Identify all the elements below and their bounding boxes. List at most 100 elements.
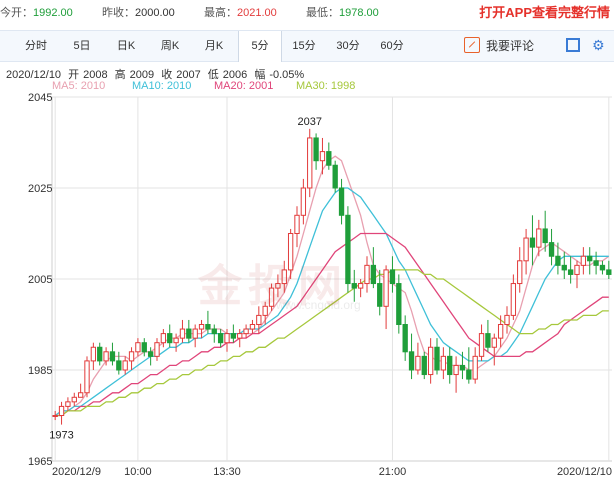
candle-body bbox=[77, 392, 84, 398]
price-annotation: 2037 bbox=[297, 116, 321, 128]
candle-body bbox=[421, 355, 427, 376]
candle-body bbox=[97, 346, 103, 362]
candle-body bbox=[402, 324, 408, 353]
candle-body bbox=[103, 351, 109, 362]
candle bbox=[351, 269, 357, 302]
candle bbox=[122, 356, 128, 375]
candle bbox=[421, 351, 427, 380]
candle bbox=[332, 160, 338, 193]
candle-body bbox=[173, 337, 179, 344]
candle-body bbox=[122, 360, 128, 371]
candle-body bbox=[186, 328, 192, 339]
candle bbox=[485, 319, 491, 352]
candle-body bbox=[52, 415, 58, 417]
candle-body bbox=[147, 351, 154, 357]
candle-body bbox=[529, 237, 536, 248]
x-tick-label: 2020/12/9 bbox=[52, 466, 101, 478]
candle bbox=[383, 265, 389, 330]
candle-body bbox=[179, 328, 186, 339]
candle-body bbox=[517, 260, 523, 285]
candle-body bbox=[256, 314, 262, 325]
y-axis: 2045 2025 2005 1985 1965 bbox=[28, 92, 52, 468]
candle-body bbox=[58, 405, 65, 416]
candle-body bbox=[332, 164, 338, 189]
candle-body bbox=[466, 369, 472, 380]
candle-body bbox=[364, 264, 370, 285]
watermark-url: www.cngold.org bbox=[276, 298, 361, 312]
candle bbox=[230, 324, 237, 343]
candle bbox=[294, 206, 300, 248]
candle-body bbox=[472, 355, 478, 380]
candle bbox=[593, 251, 599, 275]
candle bbox=[466, 347, 472, 384]
candle bbox=[427, 338, 434, 384]
candle-body bbox=[536, 228, 542, 248]
candle-body bbox=[587, 255, 593, 262]
candle-body bbox=[447, 355, 453, 376]
candle bbox=[504, 306, 510, 334]
candle bbox=[440, 347, 447, 380]
candle bbox=[574, 260, 580, 289]
candle bbox=[154, 338, 160, 361]
x-axis: 2020/12/9 10:00 13:30 21:00 2020/12/10 bbox=[52, 466, 612, 478]
candle-body bbox=[542, 228, 548, 244]
candle-body bbox=[370, 264, 377, 285]
candle bbox=[313, 133, 319, 170]
candle bbox=[389, 256, 396, 293]
y-tick-label: 2025 bbox=[28, 183, 52, 195]
candle-body bbox=[434, 346, 440, 371]
candle-body bbox=[294, 214, 300, 235]
candle bbox=[510, 274, 517, 320]
candle bbox=[478, 324, 485, 361]
candle-body bbox=[237, 333, 243, 339]
candle bbox=[408, 333, 415, 380]
candle bbox=[396, 274, 402, 334]
candle-body bbox=[307, 137, 313, 189]
candle bbox=[517, 247, 523, 293]
candle bbox=[555, 242, 561, 275]
candle bbox=[211, 324, 217, 343]
y-tick-label: 1985 bbox=[28, 365, 52, 377]
candle-body bbox=[71, 396, 77, 403]
x-tick-label: 21:00 bbox=[379, 466, 407, 478]
candle bbox=[71, 392, 77, 407]
candle bbox=[402, 315, 408, 361]
candle-body bbox=[485, 333, 491, 348]
candle bbox=[167, 324, 173, 348]
candle-body bbox=[567, 269, 574, 275]
candle-body bbox=[555, 255, 561, 266]
candle-body bbox=[389, 269, 396, 285]
candle-body bbox=[561, 264, 567, 271]
candle bbox=[192, 324, 198, 348]
candle bbox=[580, 247, 587, 275]
candle-body bbox=[300, 187, 307, 216]
candle-body bbox=[580, 255, 587, 266]
candle bbox=[84, 356, 90, 398]
candle bbox=[319, 137, 326, 175]
y-tick-label: 1965 bbox=[28, 456, 52, 468]
candle bbox=[52, 410, 58, 421]
candle bbox=[58, 401, 65, 425]
candle bbox=[109, 342, 116, 366]
x-tick-label: 13:30 bbox=[213, 466, 241, 478]
candle-body bbox=[217, 333, 224, 344]
candle-body bbox=[211, 328, 217, 335]
candle-body bbox=[109, 351, 116, 362]
y-tick-label: 2045 bbox=[28, 92, 52, 104]
candle bbox=[523, 228, 529, 275]
candle-body bbox=[427, 346, 434, 376]
candle bbox=[65, 397, 71, 411]
candle bbox=[217, 329, 224, 348]
candle bbox=[606, 260, 612, 279]
candle-body bbox=[599, 264, 606, 271]
candle-body bbox=[249, 324, 256, 330]
candle bbox=[249, 319, 256, 334]
candle bbox=[447, 347, 453, 384]
candle-body bbox=[351, 283, 357, 289]
candle bbox=[472, 347, 478, 384]
candle-body bbox=[510, 283, 517, 316]
candle-body bbox=[154, 342, 160, 357]
candle-body bbox=[453, 364, 459, 376]
candle-body bbox=[65, 401, 71, 407]
candle-body bbox=[224, 333, 230, 344]
